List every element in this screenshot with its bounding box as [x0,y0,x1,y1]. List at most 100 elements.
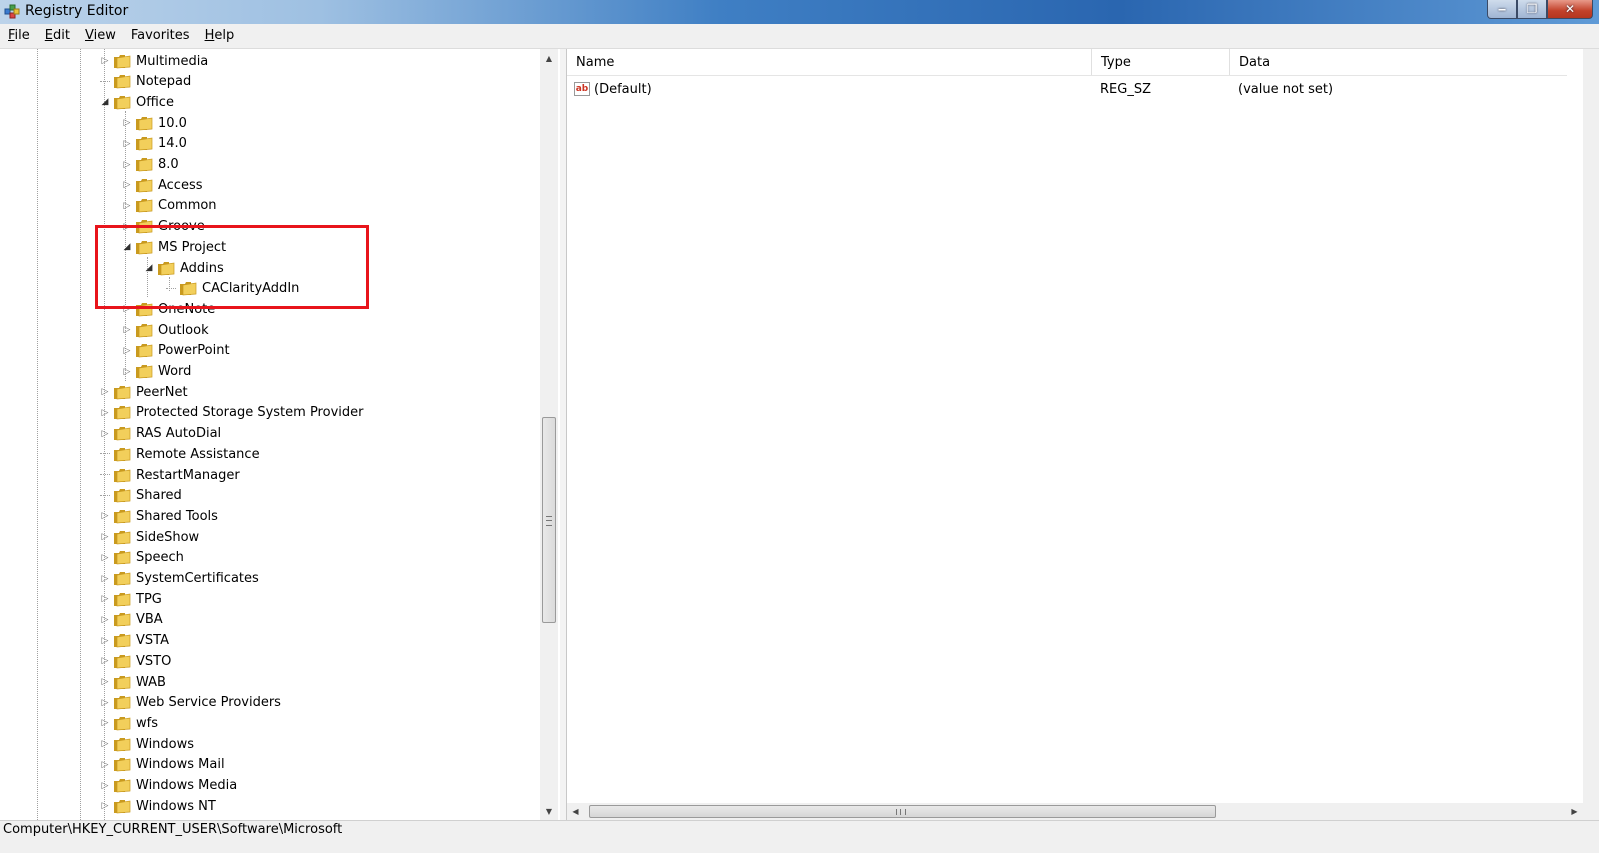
scroll-up-arrow-icon[interactable]: ▲ [540,49,558,67]
column-header-type[interactable]: Type [1092,49,1230,75]
tree-node[interactable]: ◢ Office [100,92,174,112]
expand-arrow-icon[interactable]: ▷ [122,139,132,149]
menu-edit[interactable]: Edit [37,24,77,48]
tree-node[interactable]: Notepad [100,72,191,92]
expand-arrow-icon[interactable]: ▷ [100,594,110,604]
folder-icon [136,240,153,255]
expand-arrow-icon[interactable]: ▷ [122,201,132,211]
tree-node[interactable]: ▷ Outlook [122,320,209,340]
tree-node[interactable]: ▷ SideShow [100,527,200,547]
tree-node[interactable]: ▷ 10.0 [122,113,187,133]
tree-node[interactable]: ▷ Windows NT [100,796,216,816]
values-list[interactable]: Name Type Data ab (Default) REG_SZ (valu… [566,49,1599,820]
expand-arrow-icon[interactable]: ▷ [100,801,110,811]
folder-icon [136,137,153,151]
expand-arrow-icon[interactable]: ▷ [100,739,110,749]
expand-arrow-icon[interactable]: ▷ [100,636,110,646]
minimize-button[interactable]: ‒ [1487,0,1517,19]
folder-icon [114,54,131,68]
tree-node[interactable]: ▷ Protected Storage System Provider [100,403,364,423]
column-header-data[interactable]: Data [1230,49,1567,75]
tree-node[interactable]: ▷ Speech [100,548,184,568]
tree-node[interactable]: ▷ Web Service Providers [100,693,281,713]
tree-node[interactable]: ▷ Word [122,362,192,382]
tree-node[interactable]: ▷ PowerPoint [122,341,230,361]
tree-node[interactable]: ▷ VSTO [100,651,172,671]
close-button[interactable]: ✕ [1547,0,1593,19]
folder-icon [114,468,131,482]
scroll-right-arrow-icon[interactable]: ▶ [1566,803,1583,820]
tree-node[interactable]: ▷ Access [122,175,203,195]
tree-node[interactable]: ▷ Shared Tools [100,506,218,526]
tree-node[interactable]: ◢ Addins [144,258,224,278]
expand-arrow-icon[interactable]: ▷ [122,118,132,128]
expand-arrow-icon[interactable]: ▷ [100,760,110,770]
tree-node[interactable]: ▷ Multimedia [100,51,209,71]
expand-arrow-icon[interactable]: ▷ [122,367,132,377]
tree-node[interactable]: ▷ RAS AutoDial [100,424,222,444]
expand-arrow-icon[interactable]: ▷ [122,304,132,314]
expand-arrow-icon[interactable]: ▷ [122,160,132,170]
tree-node-label: Windows [136,736,195,752]
tree-node[interactable]: ▷ Common [122,196,217,216]
expand-arrow-icon[interactable]: ▷ [122,180,132,190]
tree-node[interactable]: ▷ SystemCertificates [100,569,259,589]
tree-node[interactable]: ▷ wfs [100,713,158,733]
tree-node[interactable]: ▷ 8.0 [122,155,179,175]
registry-key-tree[interactable]: ▷ Multimedia Notepad ◢ Office ▷ 10.0 ▷ 14.0 ▷ 8.0 ▷… [0,49,561,820]
tree-node[interactable]: ◢ MS Project [122,237,227,257]
expand-arrow-icon[interactable]: ▷ [122,346,132,356]
collapse-arrow-icon[interactable]: ◢ [144,263,154,273]
tree-node[interactable]: ▷ VBA [100,610,163,630]
menu-file[interactable]: File [0,24,37,48]
collapse-arrow-icon[interactable]: ◢ [100,97,110,107]
menu-favorites[interactable]: Favorites [123,24,197,48]
tree-vertical-scrollbar[interactable]: ▲ ▼ [540,49,558,820]
expand-arrow-icon[interactable]: ▷ [100,532,110,542]
expand-arrow-icon[interactable]: ▷ [122,325,132,335]
expand-arrow-icon[interactable]: ▷ [100,698,110,708]
scroll-thumb[interactable] [542,417,556,623]
expand-arrow-icon[interactable]: ▷ [100,553,110,563]
expand-arrow-icon[interactable]: ▷ [100,511,110,521]
tree-node[interactable]: ▷ Windows Mail [100,755,225,775]
tree-node[interactable]: Remote Assistance [100,444,260,464]
scroll-left-arrow-icon[interactable]: ◀ [567,803,584,820]
column-header-name[interactable]: Name [567,49,1092,75]
list-row[interactable]: ab (Default) REG_SZ (value not set) [567,79,1567,99]
menu-view[interactable]: View [77,24,123,48]
tree-node[interactable]: ▷ 14.0 [122,134,187,154]
tree-node[interactable]: ▷ Windows [100,734,195,754]
tree-node[interactable]: ▷ Groove [122,217,205,237]
tree-node[interactable]: ▷ PeerNet [100,382,188,402]
folder-icon [114,95,131,110]
scroll-down-arrow-icon[interactable]: ▼ [540,802,558,820]
tree-node-label: Outlook [158,322,209,338]
horizontal-scroll-thumb[interactable] [589,805,1216,818]
tree-node[interactable]: ▷ WAB [100,672,166,692]
restore-button[interactable]: ❐ [1517,0,1547,19]
expand-arrow-icon[interactable]: ▷ [100,408,110,418]
expand-arrow-icon[interactable]: ▷ [100,387,110,397]
expand-arrow-icon[interactable]: ▷ [100,429,110,439]
collapse-arrow-icon[interactable]: ◢ [122,242,132,252]
expand-arrow-icon[interactable]: ▷ [122,222,132,232]
expand-arrow-icon[interactable]: ▷ [100,677,110,687]
title-bar[interactable]: Registry Editor ‒ ❐ ✕ [0,0,1599,24]
tree-node[interactable]: Shared [100,486,182,506]
tree-node[interactable]: ▷ VSTA [100,631,169,651]
list-vertical-scrollbar[interactable] [1583,49,1599,804]
expand-arrow-icon[interactable]: ▷ [100,656,110,666]
tree-node[interactable]: ▷ OneNote [122,299,216,319]
list-horizontal-scrollbar[interactable]: ◀ ▶ [567,803,1583,820]
expand-arrow-icon[interactable]: ▷ [100,56,110,66]
tree-node[interactable]: CAClarityAddIn [166,279,299,299]
expand-arrow-icon[interactable]: ▷ [100,718,110,728]
tree-node[interactable]: RestartManager [100,465,240,485]
tree-node[interactable]: ▷ TPG [100,589,162,609]
expand-arrow-icon[interactable]: ▷ [100,574,110,584]
expand-arrow-icon[interactable]: ▷ [100,781,110,791]
menu-help[interactable]: Help [197,24,242,48]
tree-node[interactable]: ▷ Windows Media [100,776,238,796]
expand-arrow-icon[interactable]: ▷ [100,615,110,625]
